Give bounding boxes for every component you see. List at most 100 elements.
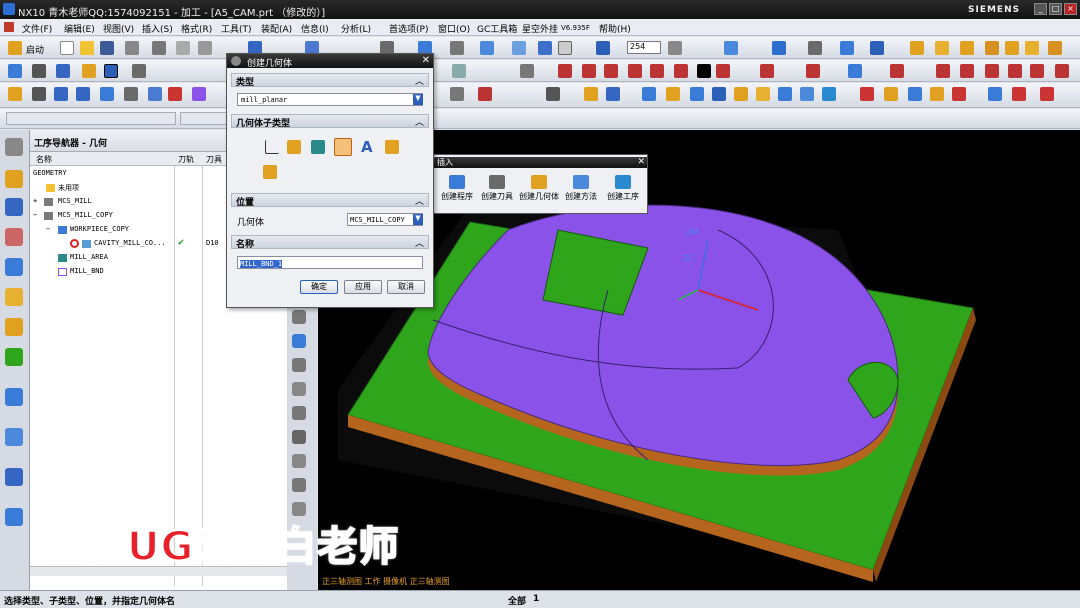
edge-display-icon[interactable] (822, 87, 836, 101)
position-section-header[interactable]: 位置 ︿ (231, 193, 429, 208)
line-icon[interactable] (558, 64, 572, 78)
palette-icon[interactable] (5, 348, 23, 366)
plane-icon[interactable] (870, 41, 884, 55)
machine-tool-view-icon[interactable] (5, 198, 23, 216)
collapse-icon[interactable]: − (46, 225, 50, 233)
filter-type-select[interactable] (6, 112, 176, 125)
replay-toolpath-icon[interactable] (124, 87, 138, 101)
curve-length-icon[interactable] (1030, 64, 1044, 78)
postprocess-icon[interactable] (168, 87, 182, 101)
layer-settings-icon[interactable] (668, 41, 682, 55)
arc-icon[interactable] (582, 64, 596, 78)
column-name[interactable]: 名称 (36, 154, 52, 165)
mill-geom-2-subtype-icon[interactable] (263, 165, 277, 179)
smooth-curve-icon[interactable] (1055, 64, 1069, 78)
create-program-icon[interactable] (8, 87, 22, 101)
name-icon[interactable] (606, 87, 620, 101)
nx-menu-icon[interactable] (4, 22, 14, 32)
menu-help[interactable]: 帮助(H) (599, 22, 631, 35)
type-select[interactable]: mill_planar (237, 93, 423, 106)
display-icon[interactable] (666, 87, 680, 101)
extrude-icon[interactable] (1005, 41, 1019, 55)
trim-icon[interactable] (520, 64, 534, 78)
replace-face-icon[interactable] (930, 87, 944, 101)
layer-select[interactable]: 254 (627, 41, 661, 54)
open-folder-icon[interactable] (80, 41, 94, 55)
grid-icon[interactable] (840, 41, 854, 55)
verify-toolpath-icon[interactable] (148, 87, 162, 101)
create-program-button[interactable]: 创建程序 (435, 175, 479, 202)
dialog-close-icon[interactable]: ✕ (422, 55, 430, 66)
assembly-icon[interactable] (56, 64, 70, 78)
type-section-header[interactable]: 类型 ︿ (231, 73, 429, 88)
paint-icon[interactable] (584, 87, 598, 101)
maximize-button[interactable]: □ (1049, 3, 1062, 15)
extract-icon[interactable] (848, 64, 862, 78)
offset-curve-icon[interactable] (716, 64, 730, 78)
menu-window[interactable]: 窗口(O) (438, 22, 470, 35)
block-icon[interactable] (910, 41, 924, 55)
save-icon[interactable] (100, 41, 114, 55)
shop-docs-icon[interactable] (192, 87, 206, 101)
point-set-icon[interactable] (478, 87, 492, 101)
part-navigator-icon[interactable] (5, 288, 23, 306)
ok-button[interactable]: 确定 (300, 280, 338, 294)
menu-view[interactable]: 视图(V) (103, 22, 134, 35)
manufacturing-icon[interactable] (104, 64, 118, 78)
verify-op-icon[interactable] (292, 478, 306, 492)
bridge-curve-icon[interactable] (936, 64, 950, 78)
subtype-section-header[interactable]: 几何体子类型 ︿ (231, 114, 429, 129)
workpiece-subtype-icon[interactable] (287, 140, 301, 154)
layer-icon[interactable] (642, 87, 656, 101)
project-curve-icon[interactable] (760, 64, 774, 78)
menu-edit[interactable]: 编辑(E) (64, 22, 95, 35)
fillet-icon[interactable] (674, 64, 688, 78)
roles-icon[interactable] (5, 508, 23, 526)
revolve-icon[interactable] (1025, 41, 1039, 55)
select-arrow-icon[interactable] (596, 41, 610, 55)
circle-icon[interactable] (604, 64, 618, 78)
print-icon[interactable] (125, 41, 139, 55)
menu-analysis[interactable]: 分析(L) (341, 22, 371, 35)
rotate-icon[interactable] (450, 41, 464, 55)
create-tool-icon[interactable] (32, 87, 46, 101)
name-input-field[interactable]: MILL_BND_1 (237, 256, 423, 269)
history-icon[interactable] (5, 428, 23, 446)
apply-button[interactable]: 应用 (344, 280, 382, 294)
mill-area-subtype-icon[interactable] (311, 140, 325, 154)
view-orient-icon[interactable] (538, 41, 552, 55)
expand-icon[interactable]: + (33, 197, 37, 205)
cone-icon[interactable] (960, 41, 974, 55)
geometry-view-icon[interactable] (5, 228, 23, 246)
copy-op-icon[interactable] (292, 358, 306, 372)
stretch-curve-icon[interactable] (1008, 64, 1022, 78)
create-method-button[interactable]: 创建方法 (559, 175, 603, 202)
trim-curve-icon[interactable] (985, 64, 999, 78)
intersect-curve-icon[interactable] (806, 64, 820, 78)
edit-object-icon[interactable] (690, 87, 704, 101)
collapse-icon[interactable]: − (33, 211, 37, 219)
parent-geometry-select[interactable]: MCS_MILL_COPY (347, 213, 423, 226)
column-tool[interactable]: 刀具 (206, 154, 222, 165)
shaded-cube-icon[interactable] (480, 41, 494, 55)
hole-icon[interactable] (1048, 41, 1062, 55)
cancel-button[interactable]: 取消 (387, 280, 425, 294)
edit-icon[interactable] (292, 310, 306, 324)
sphere-icon[interactable] (985, 41, 999, 55)
snap-icon[interactable] (772, 41, 786, 55)
show-icon[interactable] (734, 87, 748, 101)
cylinder-icon[interactable] (935, 41, 949, 55)
menu-insert[interactable]: 插入(S) (142, 22, 173, 35)
clock-icon[interactable] (5, 468, 23, 486)
chevron-down-icon[interactable]: ▼ (413, 214, 423, 225)
modeling-icon[interactable] (8, 64, 22, 78)
sync-icon[interactable] (908, 87, 922, 101)
column-toolpath[interactable]: 刀轨 (178, 154, 194, 165)
menu-file[interactable]: 文件(F) (22, 22, 52, 35)
translucency-icon[interactable] (800, 87, 814, 101)
hide-icon[interactable] (712, 87, 726, 101)
delete-op-icon[interactable] (292, 406, 306, 420)
dialog-gear-icon[interactable] (231, 56, 241, 66)
mirror-icon[interactable] (452, 64, 466, 78)
menu-info[interactable]: 信息(I) (301, 22, 329, 35)
